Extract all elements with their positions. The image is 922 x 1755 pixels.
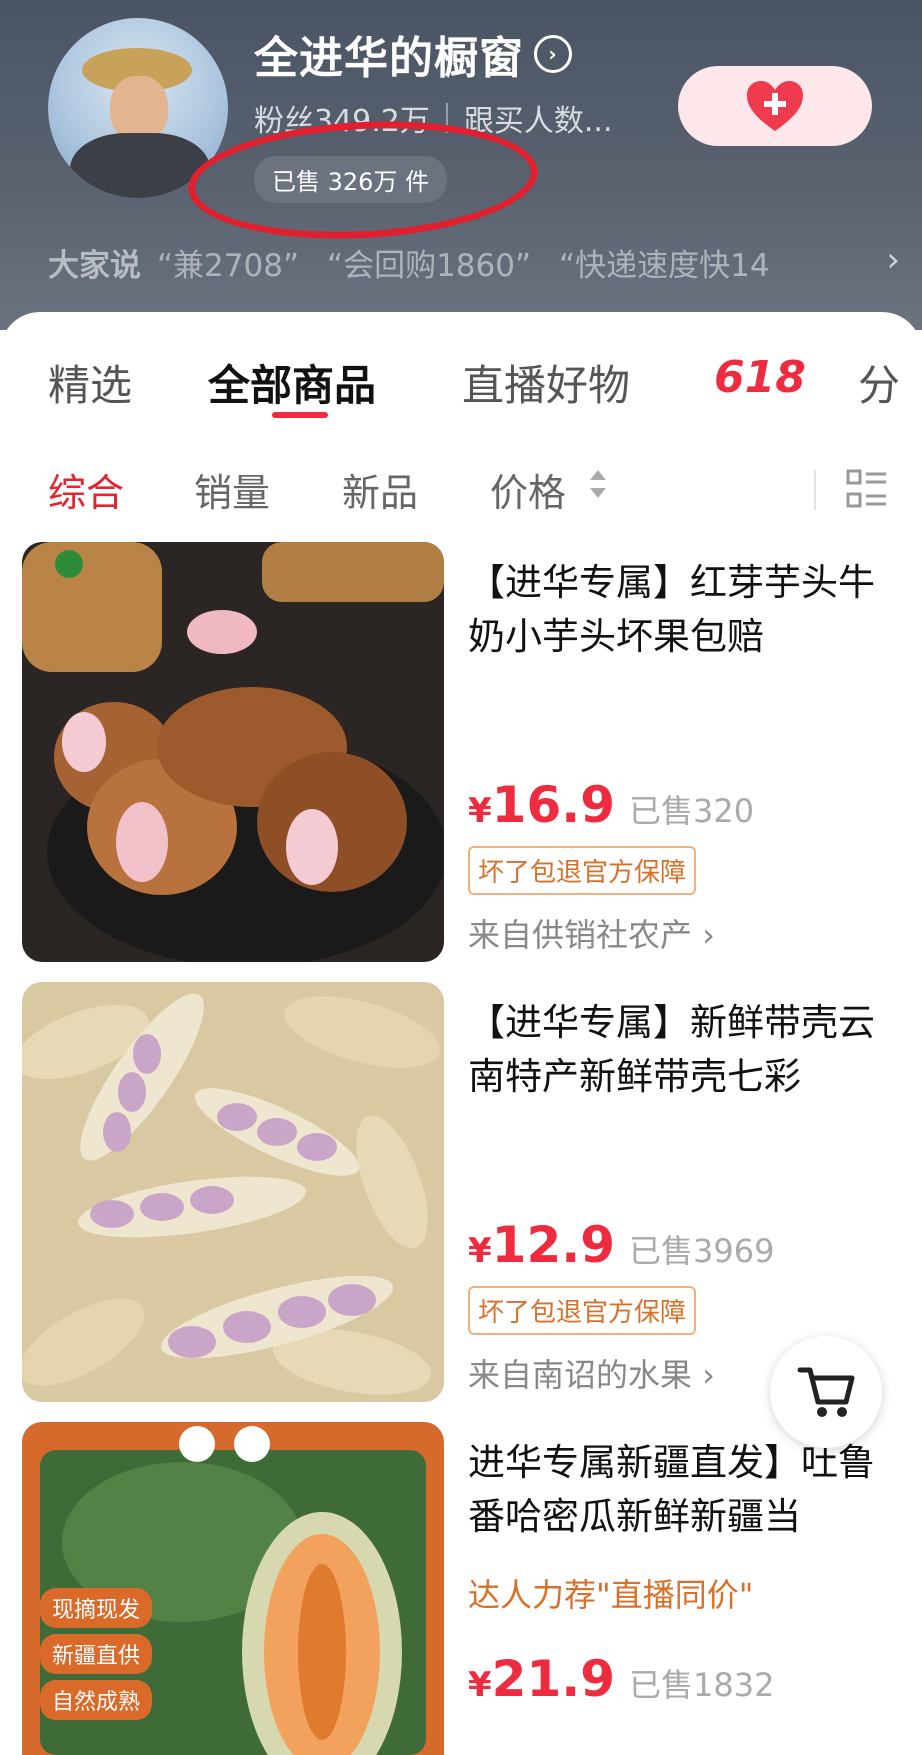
review-quote: “快递速度快14 [559, 248, 770, 284]
filter-divider [814, 470, 816, 510]
product-price: 21.9 [491, 1650, 616, 1708]
product-source-link[interactable]: 来自供销社农产 › [468, 910, 715, 956]
product-image-melon[interactable]: 现摘现发 新疆直供 自然成熟 [22, 1422, 444, 1755]
product-title[interactable]: 【进华专属】新鲜带壳云南特产新鲜带壳七彩 [468, 996, 888, 1104]
product-price-row: ¥ 16.9 已售320 [468, 776, 754, 834]
product-card[interactable]: 【进华专属】红芽芋头牛奶小芋头坏果包赔 ¥ 16.9 已售320 坏了包退官方保… [22, 542, 902, 962]
sort-arrows-icon[interactable] [588, 470, 606, 502]
cart-icon [797, 1367, 855, 1417]
filter-comprehensive[interactable]: 综合 [48, 462, 124, 517]
feature-badge: 新疆直供 [40, 1634, 153, 1674]
product-sold-count: 已售3969 [629, 1232, 775, 1270]
reviews-bar[interactable]: 大家说 “兼2708” “会回购1860” “快递速度快14 › [48, 240, 908, 285]
currency-symbol: ¥ [468, 1665, 492, 1705]
tab-category[interactable]: 分 [858, 352, 900, 413]
guarantee-tag: 坏了包退官方保障 [468, 846, 697, 895]
product-image-taro[interactable] [22, 542, 444, 962]
red-circle-annotation [185, 112, 541, 248]
product-source-link[interactable]: 来自南诏的水果 › [468, 1350, 715, 1396]
feature-badge: 现摘现发 [40, 1588, 153, 1628]
product-price-row: ¥ 12.9 已售3969 [468, 1216, 775, 1274]
product-card[interactable]: 现摘现发 新疆直供 自然成熟 进华专属新疆直发】吐鲁番哈密瓜新鲜新疆当 达人力荐… [22, 1422, 902, 1755]
filter-price[interactable]: 价格 [490, 462, 566, 517]
product-price: 16.9 [491, 776, 616, 834]
shop-name-text: 全进华的橱窗 [254, 33, 524, 84]
currency-symbol: ¥ [468, 791, 492, 831]
shop-header: 全进华的橱窗 › 粉丝349.2万 跟买人数... 已售 326万 件 大家说 … [0, 0, 922, 330]
tab-featured[interactable]: 精选 [48, 352, 132, 413]
filter-new[interactable]: 新品 [342, 462, 418, 517]
shop-name[interactable]: 全进华的橱窗 › [254, 22, 572, 86]
tab-618[interactable]: 618 [714, 352, 806, 403]
layout-toggle-icon[interactable] [846, 468, 888, 510]
review-quote: “兼2708” [157, 248, 300, 284]
currency-symbol: ¥ [468, 1231, 492, 1271]
product-title[interactable]: 进华专属新疆直发】吐鲁番哈密瓜新鲜新疆当 [468, 1436, 888, 1544]
product-price: 12.9 [491, 1216, 616, 1274]
tab-live-goods[interactable]: 直播好物 [462, 352, 630, 413]
product-subtitle: 达人力荐"直播同价" [468, 1576, 754, 1614]
review-quote: “会回购1860” [327, 248, 532, 284]
reviews-chevron-icon: › [886, 240, 900, 280]
shop-name-arrow-icon: › [534, 35, 572, 73]
product-title[interactable]: 【进华专属】红芽芋头牛奶小芋头坏果包赔 [468, 556, 888, 664]
product-price-row: ¥ 21.9 已售1832 [468, 1650, 775, 1708]
heart-plus-icon [747, 81, 803, 131]
feature-badge: 自然成熟 [40, 1680, 153, 1720]
tab-bar: 精选 全部商品 直播好物 618 分 [0, 352, 922, 422]
tab-active-indicator [272, 412, 328, 418]
product-sold-count: 已售320 [629, 792, 755, 830]
product-card[interactable]: 【进华专属】新鲜带壳云南特产新鲜带壳七彩 ¥ 12.9 已售3969 坏了包退官… [22, 982, 902, 1402]
product-sold-count: 已售1832 [629, 1666, 775, 1704]
tab-all-products[interactable]: 全部商品 [208, 352, 376, 413]
filter-bar: 综合 销量 新品 价格 [0, 462, 922, 522]
cart-button[interactable] [770, 1336, 882, 1448]
guarantee-tag: 坏了包退官方保障 [468, 1286, 697, 1335]
filter-sales[interactable]: 销量 [194, 462, 270, 517]
follow-button[interactable] [678, 66, 872, 146]
product-image-peanuts[interactable] [22, 982, 444, 1402]
reviews-label: 大家说 [48, 248, 141, 284]
